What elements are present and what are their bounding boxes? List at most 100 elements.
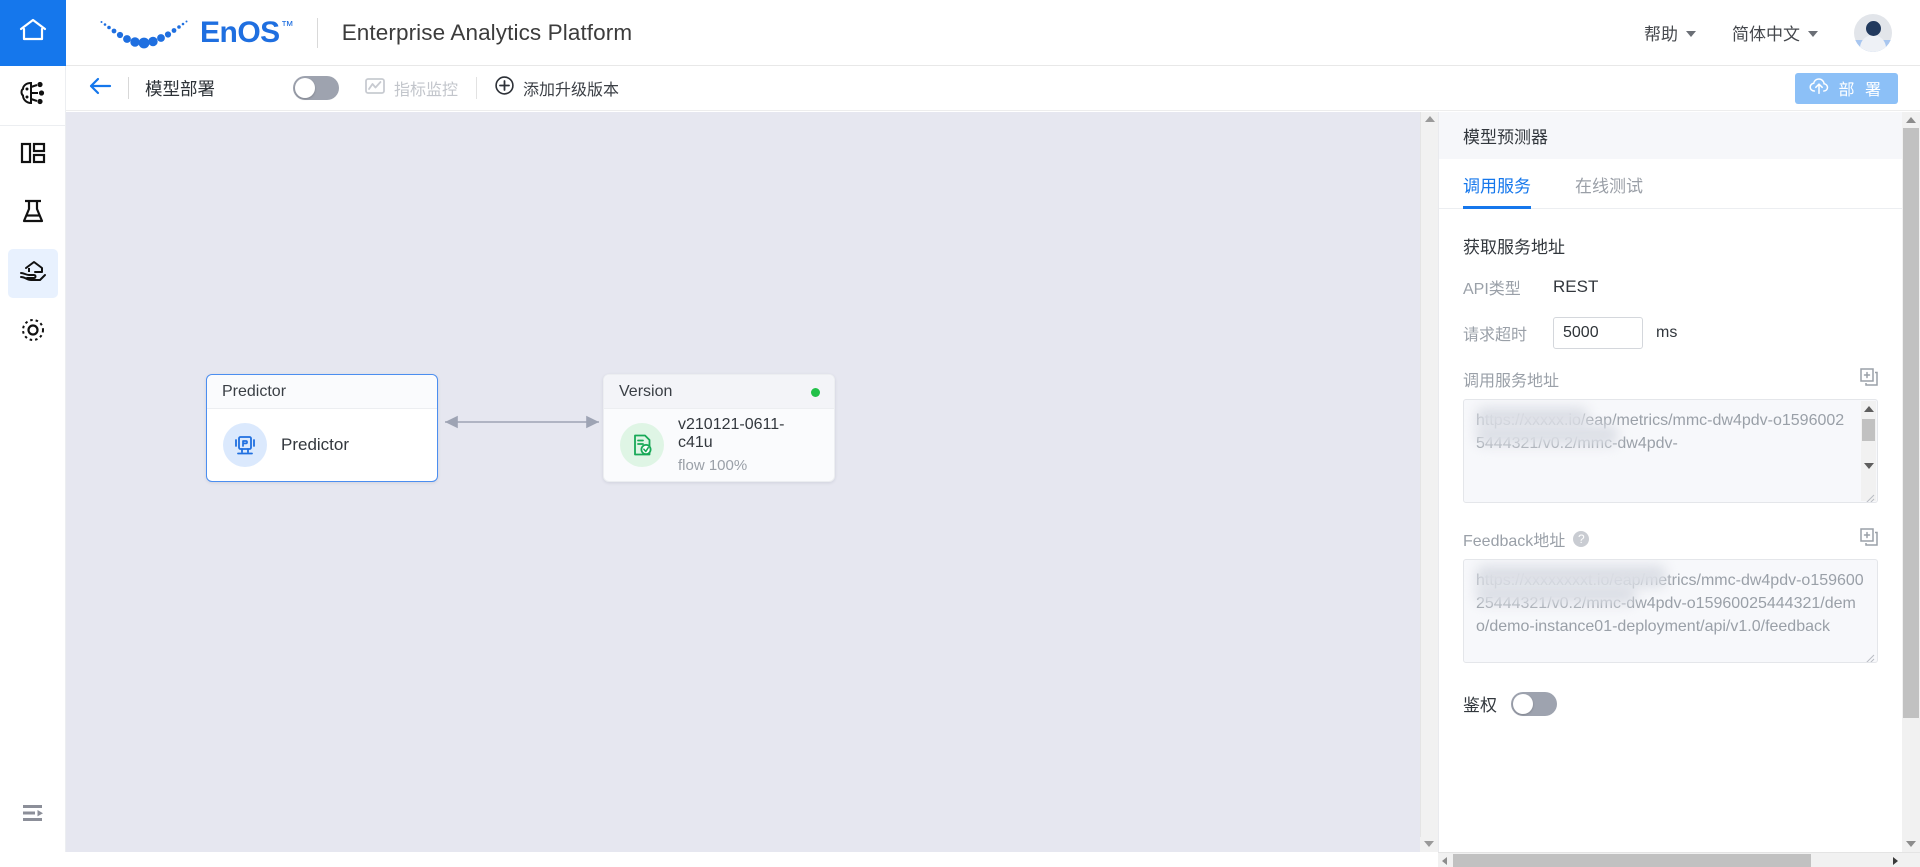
redaction-mask-4 [1476,584,1636,604]
help-menu[interactable]: 帮助 [1626,20,1714,45]
metric-monitor-toggle[interactable] [293,76,339,100]
service-address-label: 调用服务地址 [1463,373,1560,390]
predictor-node-name: Predictor [281,435,350,454]
scrollbar-thumb[interactable] [1453,854,1811,867]
feedback-address-label-row: Feedback地址 ? [1463,527,1878,551]
version-node[interactable]: Version v210121-0611-c41u flow 100% [603,374,835,482]
brand-trademark: ™ [280,17,294,33]
brand-logo[interactable]: EnOS ™ [66,0,294,66]
help-menu-label: 帮助 [1644,25,1678,44]
chart-monitor-icon [365,77,385,100]
panel-body: 获取服务地址 API类型 REST 请求超时 ms 调用服务地址 https:/… [1439,209,1902,740]
panel-title: 模型预测器 [1439,112,1902,159]
resize-handle[interactable] [1863,488,1875,502]
version-flow: flow 100% [678,457,748,474]
flask-icon [20,198,46,231]
predictor-node-body: Predictor [207,409,437,481]
predictor-node-header: Predictor [207,375,437,409]
timeout-label: 请求超时 [1463,327,1528,344]
scroll-left-arrow-icon[interactable] [1442,856,1447,865]
tab-online-test[interactable]: 在线测试 [1575,172,1643,208]
toolbar-divider-2 [476,77,478,99]
chevron-down-icon [1808,30,1818,37]
panel-left-scrollbar[interactable] [1420,112,1438,852]
version-node-header-label: Version [619,382,673,400]
redaction-mask-2 [1476,425,1618,445]
page-vertical-scrollbar[interactable] [1902,112,1920,852]
timeout-unit: ms [1656,324,1678,341]
sidebar-item-dashboard[interactable] [0,126,66,185]
copy-icon[interactable] [1860,527,1878,551]
chevron-down-icon [1686,30,1696,37]
section-title-get-service-address: 获取服务地址 [1463,238,1565,257]
service-address-textarea[interactable]: https://xxxxx.io/eap/metrics/mmc-dw4pdv-… [1463,399,1878,503]
sidebar-item-deploy[interactable] [0,244,66,303]
scroll-right-arrow-icon[interactable] [1893,856,1898,865]
gear-dotted-icon [19,316,47,349]
back-button[interactable] [88,77,112,100]
api-type-label: API类型 [1463,281,1521,298]
scroll-down-arrow-icon[interactable] [1905,841,1916,847]
feedback-address-textarea[interactable]: https://xxxxxxxxt.io/eap/metrics/mmc-dw4… [1463,559,1878,663]
header-right-actions: 帮助 简体中文 [1626,13,1920,52]
model-predictor-panel: 模型预测器 调用服务 在线测试 获取服务地址 API类型 REST 请求超时 m… [1438,112,1902,852]
top-header-bar: EnOS ™ Enterprise Analytics Platform 帮助 … [0,0,1920,66]
version-node-texts: v210121-0611-c41u flow 100% [678,416,818,474]
scroll-up-arrow-icon[interactable] [1424,116,1435,122]
resize-handle[interactable] [1863,648,1875,662]
predictor-node[interactable]: Predictor Predictor [206,374,438,482]
avatar-body [1860,34,1886,52]
auth-toggle[interactable] [1511,691,1557,716]
service-address-label-row: 调用服务地址 [1463,367,1878,391]
panel-left-scrollbar-down[interactable] [1420,837,1438,852]
home-button[interactable] [0,0,66,66]
page-toolbar: 模型部署 指标监控 添加升级版本 部 署 [66,66,1920,111]
canvas-bottom-strip [0,852,1438,867]
copy-icon[interactable] [1860,367,1878,391]
language-menu-label: 简体中文 [1732,25,1800,44]
sidebar-item-lab[interactable] [0,185,66,244]
plus-circle-icon [495,76,514,100]
version-doc-icon [620,423,664,467]
language-menu[interactable]: 简体中文 [1714,20,1836,45]
scrollbar-thumb[interactable] [1862,419,1875,441]
metric-monitor-button[interactable]: 指标监控 [365,76,458,100]
tab-invoke-service[interactable]: 调用服务 [1463,172,1531,209]
home-icon [18,16,48,49]
timeout-input[interactable] [1553,317,1643,349]
status-badge [811,388,820,397]
sidebar-item-ai[interactable] [0,66,66,126]
avatar[interactable] [1854,13,1892,52]
sidebar-item-settings[interactable] [0,303,66,362]
add-upgrade-version-button[interactable]: 添加升级版本 [495,76,619,100]
cloud-upload-icon [1808,77,1829,100]
toggle-knob [295,78,315,98]
scrollbar-thumb[interactable] [1903,128,1919,718]
scroll-up-arrow-icon[interactable] [1905,117,1916,123]
predictor-machine-icon [223,423,267,467]
scroll-down-arrow-icon[interactable] [1423,841,1434,847]
scroll-down-arrow-icon[interactable] [1863,463,1874,469]
deploy-button[interactable]: 部 署 [1794,72,1898,104]
service-address-scrollbar[interactable] [1861,401,1876,501]
left-sidebar-rail [0,66,66,867]
add-upgrade-version-label: 添加升级版本 [523,82,620,99]
sidebar-collapse-toggle[interactable] [0,786,66,845]
toolbar-divider [128,77,129,99]
timeout-row: 请求超时 ms [1463,317,1878,349]
toggle-knob [1513,693,1533,714]
layout-blocks-icon [19,140,47,171]
panel-horizontal-scrollbar[interactable] [1438,852,1920,867]
back-arrow-icon [88,77,112,100]
version-node-header: Version [604,375,834,409]
brand-name-en: EnOS [200,15,280,49]
hand-deploy-icon [18,258,48,289]
feedback-address-label: Feedback地址 [1463,533,1566,550]
page-title: 模型部署 [145,78,215,99]
auth-label: 鉴权 [1463,696,1497,715]
help-question-icon[interactable]: ? [1573,531,1590,547]
redaction-mask-1 [1476,407,1588,427]
metric-monitor-label: 指标监控 [394,82,459,99]
deployment-canvas[interactable]: Predictor Predictor Version v210121-0611… [66,112,1420,867]
scroll-up-arrow-icon[interactable] [1863,406,1874,412]
